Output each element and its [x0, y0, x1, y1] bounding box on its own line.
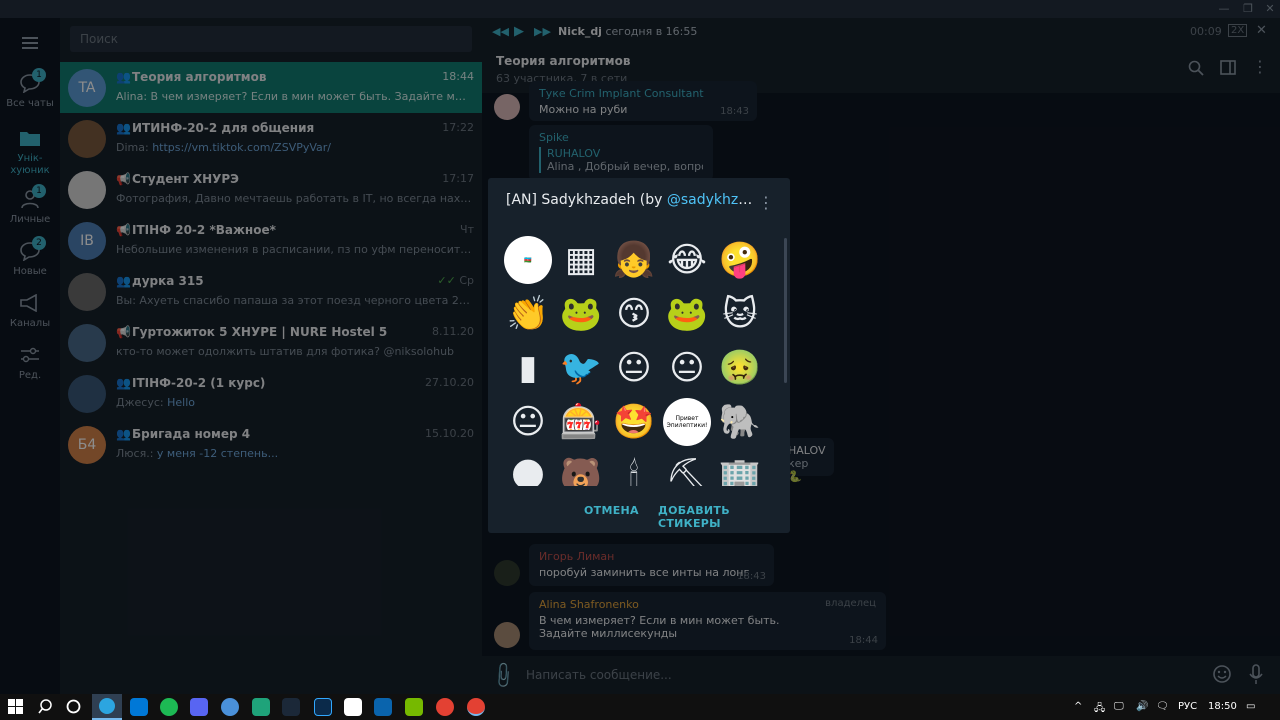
sticker[interactable]: 🐦	[557, 344, 605, 392]
chrome-icon[interactable]	[467, 698, 485, 716]
sticker[interactable]: 😐	[663, 344, 711, 392]
sticker[interactable]: 😙	[610, 290, 658, 338]
sticker[interactable]: 🐻	[557, 452, 605, 486]
sticker[interactable]: ⛏	[663, 452, 711, 486]
add-stickers-button[interactable]: ДОБАВИТЬ СТИКЕРЫ	[658, 504, 790, 530]
sticker[interactable]: 🕯	[610, 452, 658, 486]
tray-chevron-icon[interactable]: ^	[1074, 701, 1082, 712]
sticker[interactable]: 🐸	[557, 290, 605, 338]
chrome-icon[interactable]	[436, 698, 454, 716]
telegram-taskbar-icon[interactable]	[92, 694, 122, 720]
cortana-icon[interactable]	[66, 699, 81, 717]
sticker[interactable]: 🐸	[663, 290, 711, 338]
sticker[interactable]: 👧	[610, 236, 658, 284]
scrollbar[interactable]	[784, 238, 787, 383]
dialog-title: [AN] Sadykhzadeh (by @sadykhzad...	[506, 192, 756, 208]
sticker[interactable]: 🎰	[557, 398, 605, 446]
sticker-pack-dialog: [AN] Sadykhzadeh (by @sadykhzad... ⋮ 🇦🇿▦…	[488, 178, 790, 533]
app-icon[interactable]	[252, 698, 270, 716]
sticker[interactable]: 🌑	[504, 452, 552, 486]
sticker[interactable]: 👏	[504, 290, 552, 338]
windows-start-icon[interactable]	[8, 699, 23, 717]
volume-icon[interactable]: 🔊	[1136, 701, 1148, 712]
sticker[interactable]: 🇦🇿	[504, 236, 552, 284]
language-indicator[interactable]: РУС	[1178, 701, 1197, 712]
sticker-grid: 🇦🇿 ▦ 👧 😂 🤪 👏 🐸 😙 🐸 🐱 ▮ 🐦 😐 😐 🤢 😐 🎰 🤩 Привет Эпилептики! 🐘 🌑 🐻…	[504, 236, 774, 486]
notion-icon[interactable]	[344, 698, 362, 716]
notification-icon[interactable]: 🗨	[1156, 701, 1169, 712]
sticker[interactable]: Привет Эпилептики!	[663, 398, 711, 446]
photoshop-icon[interactable]	[314, 698, 332, 716]
sticker[interactable]: ▮	[504, 344, 552, 392]
sticker[interactable]: 🏢	[716, 452, 764, 486]
clock[interactable]: 18:50	[1208, 701, 1237, 712]
sticker[interactable]: 😐	[504, 398, 552, 446]
sticker[interactable]: 🐱	[716, 290, 764, 338]
author-handle-link[interactable]: @sadykhzad...	[667, 192, 756, 208]
action-center-icon[interactable]: ▭	[1246, 701, 1255, 712]
cancel-button[interactable]: ОТМЕНА	[584, 504, 639, 517]
network-icon[interactable]: 🖧	[1094, 701, 1105, 718]
sticker[interactable]: ▦	[557, 236, 605, 284]
more-options-icon[interactable]: ⋮	[758, 193, 774, 212]
sticker[interactable]: 🤢	[716, 344, 764, 392]
sticker[interactable]: 🤪	[716, 236, 764, 284]
windows-taskbar: ^ 🖧 🖵 🔊 🗨 РУС 18:50 ▭	[0, 694, 1280, 720]
nvidia-icon[interactable]	[405, 698, 423, 716]
search-icon[interactable]	[38, 699, 53, 717]
steam-icon[interactable]	[282, 698, 300, 716]
sticker[interactable]: 🐘	[716, 398, 764, 446]
mail-icon[interactable]	[374, 698, 392, 716]
discord-icon[interactable]	[190, 698, 208, 716]
monitor-icon[interactable]: 🖵	[1114, 701, 1124, 712]
sticker[interactable]: 😂	[663, 236, 711, 284]
edge-icon[interactable]	[130, 698, 148, 716]
sticker[interactable]: 🤩	[610, 398, 658, 446]
sticker[interactable]: 😐	[610, 344, 658, 392]
spotify-icon[interactable]	[160, 698, 178, 716]
app-icon[interactable]	[221, 698, 239, 716]
